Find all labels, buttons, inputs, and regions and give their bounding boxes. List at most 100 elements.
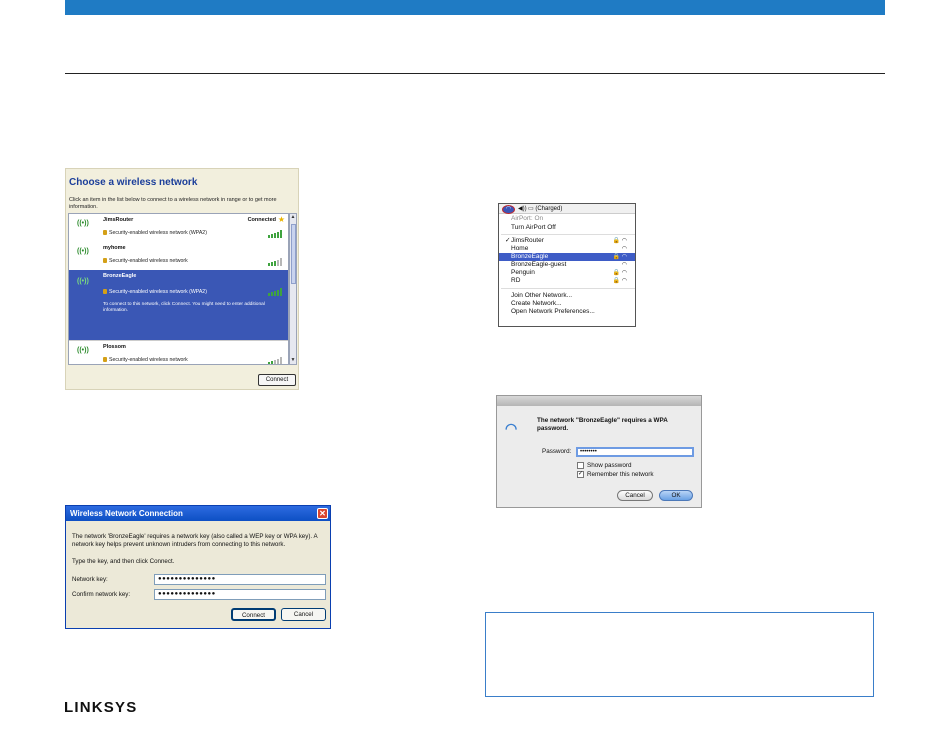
wifi-icon: ◠: [621, 262, 627, 268]
battery-text: (Charged): [535, 206, 563, 212]
network-item[interactable]: ((•)) JimsRouter Connected ★ Security-en…: [69, 214, 288, 242]
menu-item-join-other[interactable]: Join Other Network...: [499, 292, 635, 300]
security-text: Security-enabled wireless network: [109, 258, 188, 264]
signal-icon: [268, 357, 284, 364]
brand-logo: LINKSYS: [64, 699, 138, 716]
network-key-field[interactable]: ●●●●●●●●●●●●●●: [154, 574, 326, 585]
confirm-key-field[interactable]: ●●●●●●●●●●●●●●: [154, 589, 326, 600]
dialog-message: The network "BronzeEagle" requires a WPA…: [537, 417, 668, 432]
menu-item-network[interactable]: RD 🔒 ◠: [499, 277, 635, 285]
lock-icon: [103, 258, 107, 264]
header-rule: [65, 73, 885, 74]
network-label: JimsRouter: [511, 237, 544, 244]
dialog-message: The network 'BronzeEagle' requires a net…: [72, 533, 318, 548]
network-name: myhome: [103, 245, 126, 251]
lock-wifi-icon: 🔒 ◠: [612, 270, 627, 276]
lock-icon: [103, 289, 107, 295]
menu-item-network[interactable]: ✓ JimsRouter 🔒 ◠: [499, 237, 635, 245]
network-label: BronzeEagle: [511, 253, 549, 260]
menu-item-network-selected[interactable]: BronzeEagle 🔒 ◠: [499, 253, 635, 261]
network-label: BronzeEagle-guest: [511, 261, 567, 268]
chooser-instruction: Click an item in the list below to conne…: [69, 197, 277, 210]
password-label: Password:: [542, 448, 572, 455]
mac-airport-menu-screenshot: ◠ ◀)) ▭ (Charged) AirPort: On Turn AirPo…: [498, 203, 636, 327]
menu-item-turn-airport-off[interactable]: Turn AirPort Off: [499, 224, 635, 232]
network-security: Security-enabled wireless network (WPA2): [103, 230, 207, 236]
close-icon[interactable]: ✕: [317, 508, 328, 519]
scroll-up-icon[interactable]: ▲: [290, 214, 296, 221]
menu-bar: ◠ ◀)) ▭ (Charged): [499, 204, 635, 214]
xp-network-key-dialog: Wireless Network Connection ✕ The networ…: [65, 505, 331, 629]
wifi-icon[interactable]: ◠: [502, 205, 515, 214]
network-key-label: Network key:: [72, 576, 108, 583]
star-icon: ★: [277, 215, 285, 224]
confirm-key-label: Confirm network key:: [72, 591, 131, 598]
network-list-scrollbar[interactable]: ▲ ▼: [289, 213, 297, 365]
dialog-title: Wireless Network Connection: [70, 509, 183, 518]
menu-separator: [501, 234, 635, 235]
dialog-instruction: Type the key, and then click Connect.: [72, 558, 175, 565]
dialog-titlebar: [497, 396, 701, 406]
network-description: To connect to this network, click Connec…: [103, 302, 265, 313]
mac-wpa-password-dialog: ◠ The network "BronzeEagle" requires a W…: [496, 395, 702, 508]
remember-network-label: Remember this network: [587, 471, 654, 478]
cancel-button[interactable]: Cancel: [281, 608, 326, 621]
signal-icon: [268, 230, 284, 238]
security-text: Security-enabled wireless network (WPA2): [109, 230, 207, 236]
network-security: Security-enabled wireless network: [103, 357, 188, 363]
network-item[interactable]: ((•)) Plossom Security-enabled wireless …: [69, 340, 288, 364]
antenna-icon: ((•)): [77, 347, 89, 354]
antenna-icon: ((•)): [77, 220, 89, 227]
xp-network-chooser-screenshot: Choose a wireless network Click an item …: [65, 168, 299, 390]
menu-item-network[interactable]: Penguin 🔒 ◠: [499, 269, 635, 277]
security-text: Security-enabled wireless network (WPA2): [109, 289, 207, 295]
connect-button[interactable]: Connect: [231, 608, 276, 621]
scroll-down-icon[interactable]: ▼: [290, 357, 296, 364]
note-box: [485, 612, 874, 697]
network-label: Penguin: [511, 269, 535, 276]
remember-network-checkbox[interactable]: ✓: [577, 471, 584, 478]
lock-wifi-icon: 🔒 ◠: [612, 238, 627, 244]
network-status: Connected: [247, 217, 276, 223]
cancel-button[interactable]: Cancel: [617, 490, 653, 501]
menu-item-create-network[interactable]: Create Network...: [499, 300, 635, 308]
antenna-icon: ((•)): [77, 278, 89, 285]
network-item[interactable]: ((•)) myhome Security-enabled wireless n…: [69, 242, 288, 270]
chooser-title: Choose a wireless network: [69, 177, 198, 188]
ok-button[interactable]: OK: [659, 490, 693, 501]
checkmark-icon: ✓: [505, 237, 511, 244]
menu-item-network[interactable]: BronzeEagle-guest ◠: [499, 261, 635, 269]
lock-icon: [103, 357, 107, 363]
show-password-label: Show password: [587, 462, 632, 469]
show-password-checkbox[interactable]: [577, 462, 584, 469]
dialog-titlebar: Wireless Network Connection ✕: [66, 506, 330, 521]
menu-item-network[interactable]: Home ◠: [499, 245, 635, 253]
connect-button[interactable]: Connect: [258, 374, 296, 386]
network-name: Plossom: [103, 344, 126, 350]
menu-item-airport-status: AirPort: On: [511, 215, 544, 222]
network-label: Home: [511, 245, 529, 252]
lock-icon: [103, 230, 107, 236]
network-item-selected[interactable]: ((•)) BronzeEagle Security-enabled wirel…: [69, 270, 288, 340]
signal-icon: [268, 288, 284, 296]
volume-icon: ◀)): [518, 206, 527, 212]
wifi-icon: ◠: [505, 420, 518, 436]
network-name: JimsRouter: [103, 217, 134, 223]
network-security: Security-enabled wireless network (WPA2): [103, 289, 207, 295]
network-list: ((•)) JimsRouter Connected ★ Security-en…: [68, 213, 289, 365]
antenna-icon: ((•)): [77, 248, 89, 255]
security-text: Security-enabled wireless network: [109, 357, 188, 363]
signal-icon: [268, 258, 284, 266]
header-accent-bar: [65, 0, 885, 15]
wifi-icon: ◠: [621, 246, 627, 252]
network-label: RD: [511, 277, 521, 284]
battery-status: ▭ (Charged): [528, 206, 563, 212]
network-security: Security-enabled wireless network: [103, 258, 188, 264]
network-name: BronzeEagle: [103, 273, 137, 279]
menu-item-open-preferences[interactable]: Open Network Preferences...: [499, 308, 635, 316]
lock-wifi-icon: 🔒 ◠: [612, 278, 627, 284]
password-field[interactable]: ••••••••: [576, 447, 694, 457]
lock-wifi-icon: 🔒 ◠: [612, 254, 627, 260]
scroll-thumb[interactable]: [291, 224, 296, 284]
menu-separator: [501, 288, 635, 289]
